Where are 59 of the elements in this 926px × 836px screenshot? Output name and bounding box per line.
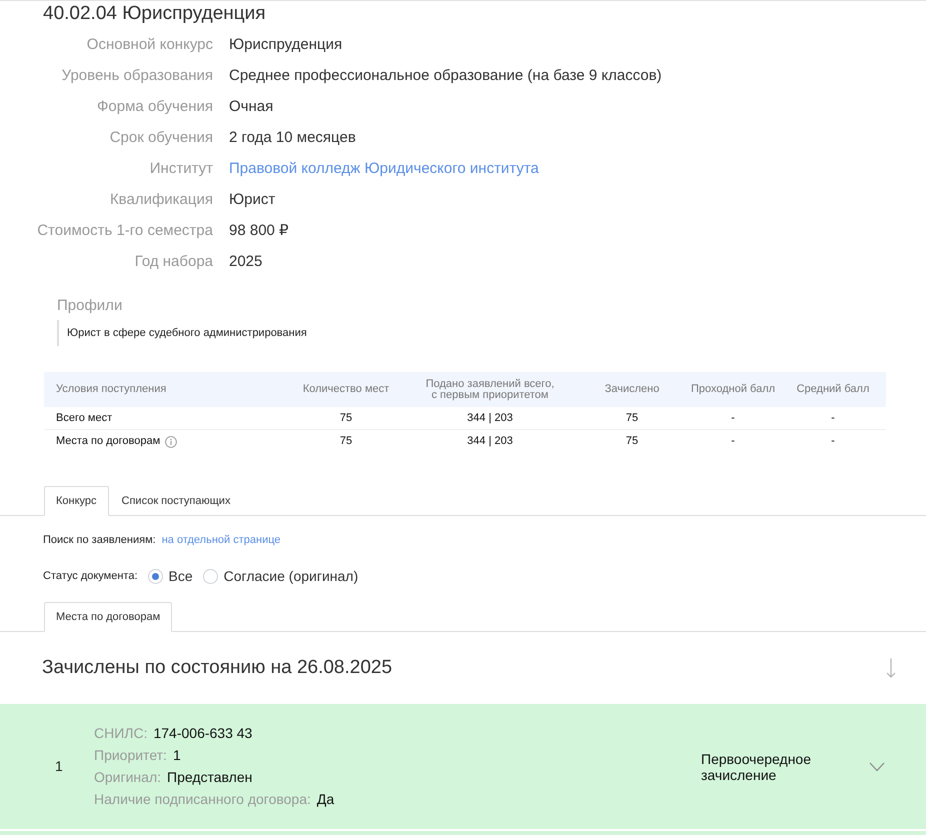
chevron-down-icon[interactable] [869, 762, 885, 772]
column-header: Проходной балл [690, 384, 776, 395]
info-icon[interactable] [165, 436, 178, 448]
tab[interactable]: Места по договорам [44, 602, 172, 632]
column-header: Количество мест [302, 384, 390, 395]
status-text: Первоочередное зачисление [701, 750, 812, 782]
table-cell-text: - [730, 410, 736, 426]
column-header: Средний балл [796, 384, 870, 395]
table-cell-text: Всего мест [56, 410, 112, 426]
field-value: 1 [172, 746, 181, 765]
status-label: Статус документа: [43, 568, 138, 584]
tab[interactable]: Список поступающих [108, 486, 244, 516]
table-cell-text: 75 [338, 410, 354, 426]
detail-label: Год набора [134, 252, 213, 272]
column-header: Зачислено [604, 384, 660, 395]
field-value: 174-006-633 43 [153, 724, 252, 743]
table-cell-text: - [830, 434, 836, 450]
profiles-heading: Профили [57, 296, 122, 316]
detail-value: 2 года 10 месяцев [229, 129, 356, 146]
detail-value: Юрист [229, 191, 276, 208]
table-cell-text: 75 [624, 434, 640, 450]
detail-value: 2025 [229, 253, 262, 270]
detail-label: Форма обучения [97, 97, 213, 117]
radio-button[interactable] [202, 568, 218, 584]
detail-label: Уровень образования [62, 66, 213, 86]
detail-label: Квалификация [110, 190, 213, 210]
table-cell-text: - [730, 434, 736, 450]
column-header: Условия поступления [55, 384, 168, 395]
row-number: 1 [55, 757, 64, 776]
detail-value: Юриспруденция [229, 36, 342, 53]
detail-value: Очная [229, 98, 274, 115]
detail-label: Институт [150, 159, 213, 179]
enrolled-heading: Зачислены по состоянию на 26.08.2025 [42, 656, 392, 680]
field-value: Представлен [167, 768, 252, 787]
detail-value: 98 800 ₽ [229, 222, 289, 239]
profile-item: Юрист в сфере судебного администрирования [57, 320, 307, 346]
arrow-down-icon[interactable] [886, 658, 896, 678]
search-label: Поиск по заявлениям: [43, 532, 156, 548]
detail-value: Среднее профессиональное образование (на базе 9 классов) [229, 67, 662, 84]
field-label: Наличие подписанного договора: [94, 790, 311, 809]
program-title: 40.02.04 Юриспруденция [43, 2, 266, 26]
field-label: Оригинал: [94, 768, 161, 787]
table-cell-text: Места по договорам [56, 434, 160, 450]
table-cell-text: 344 | 203 [466, 434, 514, 450]
radio-label[interactable]: Согласие (оригинал) [224, 566, 358, 586]
detail-label: Срок обучения [110, 128, 213, 148]
radio-label[interactable]: Все [168, 566, 193, 586]
field-label: СНИЛС: [94, 724, 148, 743]
radio-button[interactable] [148, 568, 163, 584]
column-header: Подано заявлений всего, с первым приоритетом [424, 378, 556, 400]
detail-label: Основной конкурс [86, 35, 213, 55]
field-value: Да [316, 790, 334, 809]
detail-label: Стоимость 1-го семестра [37, 221, 213, 241]
field-label: Приоритет: [94, 746, 167, 765]
table-cell-text: 75 [338, 434, 354, 450]
table-cell-text: 75 [624, 410, 640, 426]
table-cell-text: - [830, 410, 836, 426]
table-cell-text: 344 | 203 [466, 410, 514, 426]
tab[interactable]: Конкурс [44, 486, 109, 516]
